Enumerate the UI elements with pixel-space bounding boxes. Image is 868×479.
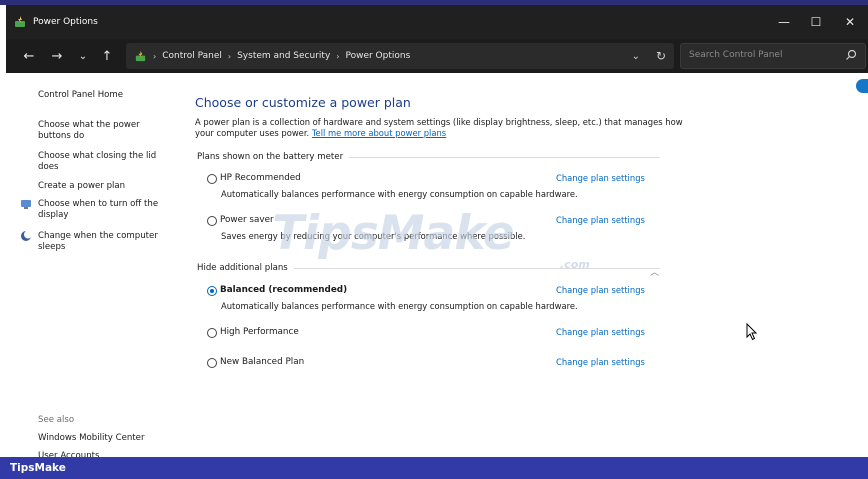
plan-name-power-saver[interactable]: Power saver <box>220 215 274 225</box>
change-plan-settings-link[interactable]: Change plan settings <box>556 357 645 367</box>
breadcrumb-control-panel[interactable]: Control Panel <box>162 51 222 61</box>
title-bar: Power Options — ☐ ✕ <box>6 5 868 39</box>
refresh-icon[interactable]: ↻ <box>656 43 666 69</box>
display-power-icon <box>21 200 31 209</box>
back-arrow-icon[interactable]: ← <box>20 47 38 65</box>
address-toolbar: ← → ⌄ ↑ › Control Panel › System and Sec… <box>6 39 868 73</box>
search-icon[interactable] <box>845 49 857 61</box>
page-description: A power plan is a collection of hardware… <box>195 117 685 139</box>
collapse-chevron-icon[interactable]: ︿ <box>650 265 660 278</box>
help-icon[interactable] <box>856 79 868 93</box>
close-button[interactable]: ✕ <box>832 5 868 39</box>
plan-radio-new-balanced[interactable] <box>207 358 217 368</box>
change-plan-settings-link[interactable]: Change plan settings <box>556 285 645 295</box>
power-options-icon <box>15 16 25 27</box>
breadcrumb-separator-icon: › <box>336 51 340 61</box>
forward-arrow-icon[interactable]: → <box>48 47 66 65</box>
address-field[interactable]: › Control Panel › System and Security › … <box>126 43 674 69</box>
bottom-banner: TipsMake <box>0 457 868 479</box>
breadcrumb-separator-icon: › <box>153 51 157 61</box>
recent-locations-chevron-icon[interactable]: ⌄ <box>74 47 92 65</box>
hidden-plans-heading[interactable]: Hide additional plans <box>197 263 294 273</box>
minimize-button[interactable]: — <box>766 5 802 39</box>
plan-radio-hp-recommended[interactable] <box>207 174 217 184</box>
sidebar-item-closing-lid[interactable]: Choose what closing the lid does <box>38 151 168 173</box>
breadcrumb-separator-icon: › <box>227 51 232 61</box>
change-plan-settings-link[interactable]: Change plan settings <box>556 327 645 337</box>
sidebar-item-create-power-plan[interactable]: Create a power plan <box>38 181 168 192</box>
sidebar-item-computer-sleeps[interactable]: Change when the computer sleeps <box>38 231 168 253</box>
sidebar: Control Panel Home Choose what the power… <box>6 73 178 457</box>
sidebar-item-power-buttons[interactable]: Choose what the power buttons do <box>38 120 168 142</box>
breadcrumb-power-options[interactable]: Power Options <box>345 51 410 61</box>
sidebar-item-mobility-center[interactable]: Windows Mobility Center <box>38 433 168 444</box>
window-title: Power Options <box>33 17 98 27</box>
change-plan-settings-link[interactable]: Change plan settings <box>556 173 645 183</box>
change-plan-settings-link[interactable]: Change plan settings <box>556 215 645 225</box>
maximize-button[interactable]: ☐ <box>798 5 834 39</box>
plan-radio-high-performance[interactable] <box>207 328 217 338</box>
plan-radio-power-saver[interactable] <box>207 216 217 226</box>
plan-name-high-performance[interactable]: High Performance <box>220 327 299 337</box>
address-dropdown-chevron-icon[interactable]: ⌄ <box>632 43 640 69</box>
sidebar-item-control-panel-home[interactable]: Control Panel Home <box>38 90 168 101</box>
see-also-heading: See also <box>38 415 75 425</box>
plan-name-new-balanced[interactable]: New Balanced Plan <box>220 357 304 367</box>
plan-radio-balanced[interactable] <box>207 286 217 296</box>
search-input[interactable] <box>689 50 839 60</box>
search-box[interactable] <box>680 43 866 69</box>
page-title: Choose or customize a power plan <box>195 95 411 110</box>
plan-name-balanced[interactable]: Balanced (recommended) <box>220 285 347 295</box>
sleep-moon-icon <box>21 230 32 241</box>
watermark-logo: TipsMake <box>272 206 515 261</box>
plan-desc-balanced: Automatically balances performance with … <box>221 301 578 311</box>
banner-brand: TipsMake <box>10 462 66 474</box>
watermark-suffix: .com <box>560 258 590 271</box>
up-arrow-icon[interactable]: ↑ <box>98 47 116 65</box>
battery-plans-heading: Plans shown on the battery meter <box>197 152 350 162</box>
mouse-cursor-icon <box>746 323 758 341</box>
plan-name-hp-recommended[interactable]: HP Recommended <box>220 173 301 183</box>
control-panel-icon <box>135 50 146 61</box>
plan-desc-hp-recommended: Automatically balances performance with … <box>221 189 578 199</box>
sidebar-item-turn-off-display[interactable]: Choose when to turn off the display <box>38 199 168 221</box>
main-content: Choose or customize a power plan A power… <box>178 73 868 457</box>
tell-me-more-link[interactable]: Tell me more about power plans <box>312 128 446 138</box>
breadcrumb-system-and-security[interactable]: System and Security <box>237 51 330 61</box>
